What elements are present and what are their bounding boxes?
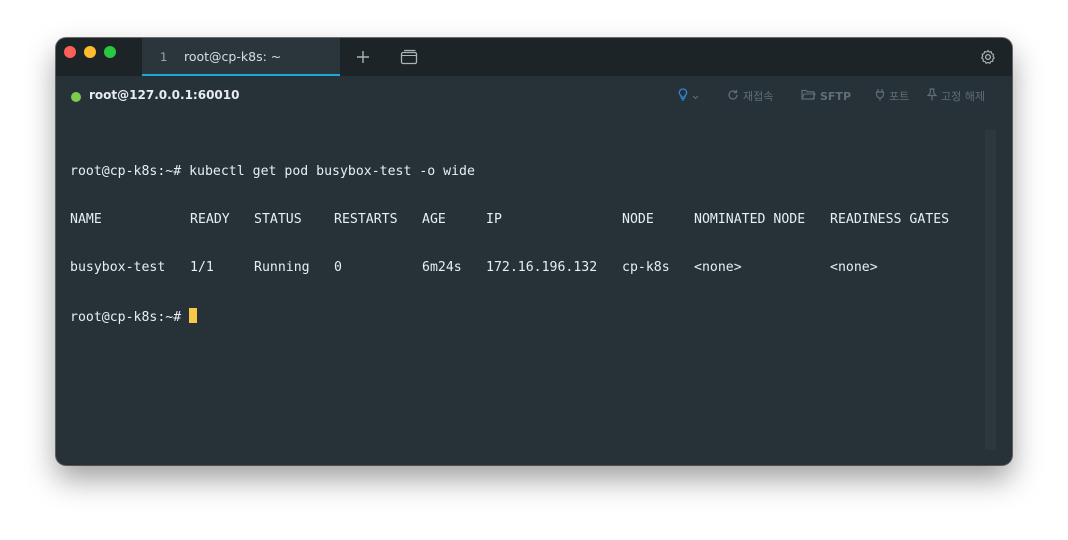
header-ip: IP [486,212,502,227]
reconnect-icon [727,89,739,104]
unpin-label: 고정 해제 [941,90,985,103]
chevron-down-icon [692,90,699,103]
minimize-window-button[interactable] [84,46,96,58]
new-tab-icon[interactable] [352,46,374,68]
tab-session-1[interactable]: 1 root@cp-k8s: ~ [142,38,340,76]
header-status: STATUS [254,212,302,227]
connection-status-indicator [71,92,81,102]
cell-nominated-node: <none> [694,260,742,275]
gear-icon[interactable] [977,46,999,68]
lightbulb-icon [678,88,688,104]
header-age: AGE [422,212,446,227]
terminal-output[interactable]: root@cp-k8s:~# kubectl get pod busybox-t… [70,132,990,452]
cell-ready: 1/1 [190,260,214,275]
cell-name: busybox-test [70,260,166,275]
table-row: busybox-test 1/1 Running 0 6m24s 172.16.… [70,260,990,276]
cell-status: Running [254,260,310,275]
host-label: root@127.0.0.1:60010 [89,88,240,102]
port-label: 포트 [889,90,910,103]
header-nominated-node: NOMINATED NODE [694,212,806,227]
cell-ip: 172.16.196.132 [486,260,598,275]
terminal-window: 1 root@cp-k8s: ~ root@127.0.0.1:60010 재접… [56,38,1012,465]
plug-icon [875,88,885,104]
sftp-label: SFTP [820,89,852,103]
prompt: root@cp-k8s:~# [70,310,182,325]
text-cursor [189,308,198,323]
folder-icon [801,89,816,103]
header-node: NODE [622,212,654,227]
hint-button[interactable] [678,88,699,104]
port-forwarding-button[interactable]: 포트 [875,88,909,104]
sftp-button[interactable]: SFTP [801,88,851,104]
header-ready: READY [190,212,230,227]
pin-icon [926,88,938,104]
table-header-row: NAME READY STATUS RESTARTS AGE IP NODE N… [70,212,990,228]
header-restarts: RESTARTS [334,212,398,227]
cell-age: 6m24s [422,260,462,275]
maximize-window-button[interactable] [104,46,116,58]
header-readiness-gates: READINESS GATES [830,212,950,227]
tab-title: root@cp-k8s: ~ [184,49,282,64]
close-window-button[interactable] [64,46,76,58]
tab-index: 1 [160,50,168,64]
cell-readiness-gates: <none> [830,260,878,275]
windows-icon[interactable] [398,46,420,68]
cell-node: cp-k8s [622,260,670,275]
prompt: root@cp-k8s:~# [70,164,182,179]
reconnect-button[interactable]: 재접속 [727,88,773,104]
cell-restarts: 0 [334,260,342,275]
title-bar: 1 root@cp-k8s: ~ [56,38,1012,76]
reconnect-label: 재접속 [743,90,774,103]
current-prompt-line: root@cp-k8s:~# [70,308,990,325]
terminal-scrollbar[interactable] [985,130,996,450]
header-name: NAME [70,212,102,227]
command-line: root@cp-k8s:~# kubectl get pod busybox-t… [70,164,990,180]
unpin-button[interactable]: 고정 해제 [926,88,985,104]
command-text: kubectl get pod busybox-test -o wide [189,164,475,179]
